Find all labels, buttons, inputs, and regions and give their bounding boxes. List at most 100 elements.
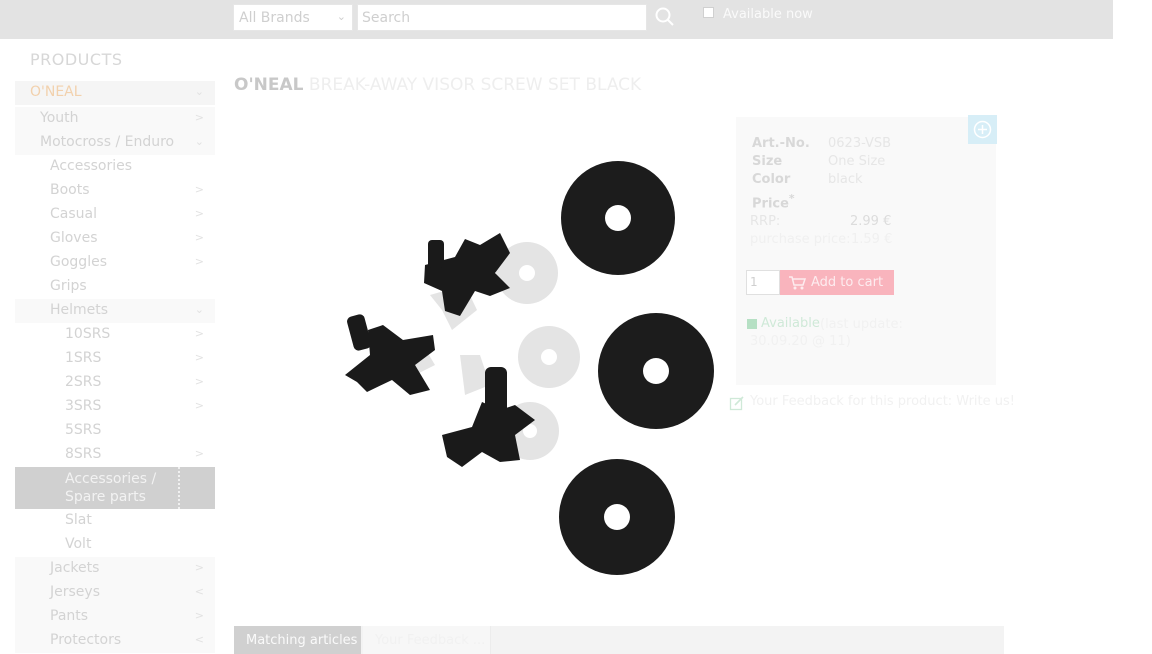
- chevron-right-icon: >: [194, 351, 204, 364]
- sidebar-item-youth[interactable]: Youth >: [15, 107, 215, 131]
- available-now-checkbox[interactable]: [703, 7, 714, 18]
- sidebar-item-5srs[interactable]: 5SRS: [15, 419, 215, 443]
- sidebar-item-label: 2SRS: [65, 374, 102, 390]
- sidebar-item-2srs[interactable]: 2SRS >: [15, 371, 215, 395]
- sidebar-item-label: Volt: [65, 536, 92, 552]
- sidebar-item-volt[interactable]: Volt: [15, 533, 215, 557]
- add-to-cart-button[interactable]: Add to cart: [780, 270, 894, 295]
- chevron-right-icon: >: [194, 327, 204, 340]
- sidebar-item-grips[interactable]: Grips: [15, 275, 215, 299]
- sidebar-item-label: Gloves: [50, 230, 98, 246]
- sidebar-item-casual[interactable]: Casual >: [15, 203, 215, 227]
- detail-key: Size: [752, 154, 783, 169]
- add-to-cart-label: Add to cart: [811, 275, 884, 290]
- sidebar-item-label: Pants: [50, 608, 89, 624]
- availability-status: Available: [761, 316, 820, 331]
- page-title: O'NEAL BREAK-AWAY VISOR SCREW SET BLACK: [234, 75, 641, 95]
- sidebar-item-boots[interactable]: Boots >: [15, 179, 215, 203]
- chevron-right-icon: >: [194, 111, 204, 124]
- chevron-right-icon: >: [194, 375, 204, 388]
- sidebar-item-label: 8SRS: [65, 446, 102, 462]
- sidebar-item-oneal[interactable]: O'NEAL ⌄: [15, 81, 215, 105]
- chevron-right-icon: >: [194, 231, 204, 244]
- sidebar-item-label: Jerseys: [50, 584, 100, 600]
- chevron-right-icon: >: [194, 183, 204, 196]
- sidebar-item-accessories[interactable]: Accessories: [15, 155, 215, 179]
- sidebar-item-label: Youth: [40, 110, 79, 126]
- rrp-label: RRP:: [750, 214, 781, 229]
- chevron-right-icon: >: [194, 561, 204, 574]
- detail-value: black: [828, 172, 863, 187]
- detail-row-color: Color: [752, 172, 790, 187]
- product-image[interactable]: [330, 145, 730, 585]
- sidebar-item-label: Protectors: [50, 632, 122, 648]
- brand-select-value: All Brands: [239, 10, 310, 26]
- cart-icon: [789, 276, 806, 290]
- sidebar-item-1srs[interactable]: 1SRS >: [15, 347, 215, 371]
- sidebar-item-label: O'NEAL: [30, 84, 82, 100]
- sidebar-item-label: Accessories / Spare parts: [65, 471, 157, 505]
- sidebar-item-label: Helmets: [50, 302, 109, 318]
- sidebar-item-10srs[interactable]: 10SRS >: [15, 323, 215, 347]
- sidebar-item-accessories-spare-parts[interactable]: Accessories / Spare parts: [15, 467, 215, 509]
- price-label-text: Price: [752, 196, 789, 212]
- tab-matching-articles[interactable]: Matching articles: [234, 626, 361, 654]
- purchase-price-value: 1.59 €: [851, 232, 893, 247]
- sidebar-item-slat[interactable]: Slat: [15, 509, 215, 533]
- chevron-left-icon: <: [194, 585, 204, 598]
- sidebar-item-label: 3SRS: [65, 398, 102, 414]
- feedback-link[interactable]: Your Feedback for this product: Write us…: [750, 394, 1015, 409]
- chevron-right-icon: >: [194, 399, 204, 412]
- sidebar-item-helmets[interactable]: Helmets ⌄: [15, 299, 215, 323]
- plus-circle-icon: [973, 120, 992, 139]
- sidebar-item-label: Accessories: [50, 158, 133, 174]
- tab-feedback[interactable]: Your Feedback ...: [363, 626, 491, 654]
- price-footnote-marker: *: [788, 192, 795, 205]
- sidebar-item-jackets[interactable]: Jackets >: [15, 557, 215, 581]
- sidebar-item-3srs[interactable]: 3SRS >: [15, 395, 215, 419]
- sidebar-item-8srs[interactable]: 8SRS >: [15, 443, 215, 467]
- price-label: Price*: [752, 192, 795, 211]
- purchase-price-label: purchase price:: [750, 232, 851, 247]
- detail-value-color: black: [828, 172, 863, 187]
- sidebar-item-label: Casual: [50, 206, 97, 222]
- search-input[interactable]: [357, 4, 647, 31]
- sidebar-item-label: Grips: [50, 278, 87, 294]
- product-name: BREAK-AWAY VISOR SCREW SET BLACK: [308, 75, 642, 95]
- chevron-right-icon: >: [194, 207, 204, 220]
- sidebar-item-label: 10SRS: [65, 326, 111, 342]
- sidebar-item-gloves[interactable]: Gloves >: [15, 227, 215, 251]
- sidebar-item-pants[interactable]: Pants >: [15, 605, 215, 629]
- sidebar-item-protectors[interactable]: Protectors <: [15, 629, 215, 653]
- brand-select[interactable]: All Brands ⌄: [233, 4, 353, 31]
- detail-value-size: One Size: [828, 154, 885, 169]
- availability-indicator: [747, 319, 757, 329]
- chevron-right-icon: >: [194, 255, 204, 268]
- sidebar-item-label: Motocross / Enduro: [40, 134, 175, 150]
- detail-value: 0623-VSB: [828, 136, 892, 151]
- chevron-left-icon: <: [194, 633, 204, 646]
- sidebar-item-label: 5SRS: [65, 422, 102, 438]
- rrp-value: 2.99 €: [850, 214, 892, 229]
- sidebar-item-jerseys[interactable]: Jerseys <: [15, 581, 215, 605]
- sidebar-item-label: Goggles: [50, 254, 107, 270]
- chevron-right-icon: >: [194, 609, 204, 622]
- chevron-down-icon: ⌄: [194, 135, 204, 148]
- chevron-down-icon: ⌄: [336, 10, 346, 23]
- chevron-down-icon: ⌄: [194, 303, 204, 316]
- edit-icon[interactable]: [729, 395, 745, 411]
- available-now-label: Available now: [723, 7, 813, 22]
- detail-row-art-no: Art.-No.: [752, 136, 810, 151]
- search-icon[interactable]: [654, 6, 676, 28]
- detail-key: Art.-No.: [752, 136, 810, 151]
- sidebar-item-label: Boots: [50, 182, 90, 198]
- detail-key: Color: [752, 172, 791, 187]
- sidebar-item-motocross-enduro[interactable]: Motocross / Enduro ⌄: [15, 131, 215, 155]
- sidebar-item-label: Slat: [65, 512, 92, 528]
- quantity-input[interactable]: 1: [746, 270, 780, 295]
- chevron-right-icon: >: [194, 447, 204, 460]
- zoom-button[interactable]: [968, 115, 997, 144]
- chevron-down-icon: ⌄: [194, 85, 204, 98]
- sidebar-item-goggles[interactable]: Goggles >: [15, 251, 215, 275]
- detail-value: One Size: [828, 154, 886, 169]
